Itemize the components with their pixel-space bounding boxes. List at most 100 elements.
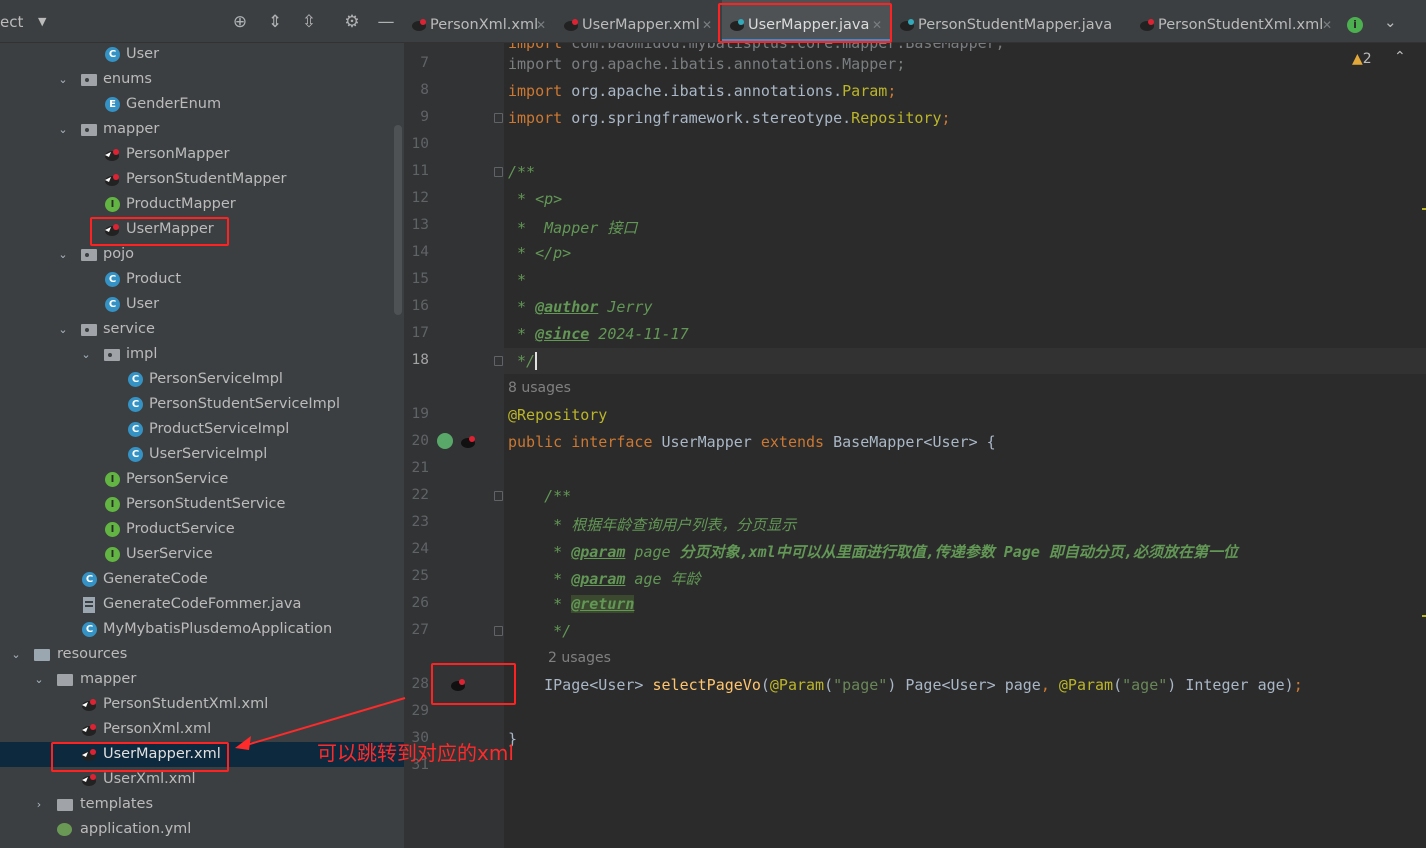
usages-hint[interactable]: 8 usages <box>508 380 571 396</box>
tree-item[interactable]: C UserServiceImpl <box>0 442 404 467</box>
line-number: 18 <box>411 352 429 368</box>
expand-all-icon[interactable]: ⇕ <box>265 12 285 32</box>
package-icon <box>81 124 97 136</box>
tree-item[interactable]: C ProductServiceImpl <box>0 417 404 442</box>
fold-icon[interactable] <box>494 113 503 123</box>
class-icon: C <box>105 272 120 287</box>
code-line: * @param age 年龄 <box>508 570 701 588</box>
line-number: 13 <box>411 217 429 233</box>
code-line: * Mapper 接口 <box>508 219 638 237</box>
hide-panel-icon[interactable]: — <box>376 12 396 32</box>
chevron-down-icon[interactable]: ⌄ <box>1384 13 1397 31</box>
spring-class-icon: C <box>82 622 97 637</box>
tree-item[interactable]: I PersonService <box>0 467 404 492</box>
class-icon: C <box>82 572 97 587</box>
line-number: 25 <box>411 568 429 584</box>
tree-item[interactable]: ⌄ mapper <box>0 117 404 142</box>
project-scrollbar[interactable] <box>394 125 402 315</box>
locate-icon[interactable]: ⊕ <box>230 12 250 32</box>
tree-item[interactable]: application.yml <box>0 817 404 842</box>
chevron-up-icon[interactable]: ⌃ <box>1394 49 1406 65</box>
resources-folder-icon <box>34 649 50 661</box>
tree-item[interactable]: I PersonStudentService <box>0 492 404 517</box>
fold-icon[interactable] <box>494 491 503 501</box>
line-number: 22 <box>411 487 429 503</box>
tree-item[interactable]: PersonMapper <box>0 142 404 167</box>
tab-personxml[interactable]: PersonXml.xml ✕ <box>404 0 554 42</box>
chevron-right-icon[interactable]: › <box>32 792 46 817</box>
tree-item-label: mapper <box>103 121 160 137</box>
mybatis-icon <box>105 149 119 161</box>
chevron-down-icon[interactable]: ⌄ <box>56 67 70 92</box>
line-number: 12 <box>411 190 429 206</box>
tree-item[interactable]: C Product <box>0 267 404 292</box>
tab-usermapper-xml[interactable]: UserMapper.xml ✕ <box>556 0 718 42</box>
package-icon <box>81 249 97 261</box>
project-panel-title[interactable]: ect <box>0 13 23 31</box>
code-line: * @author Jerry <box>508 298 653 316</box>
tree-item[interactable]: › templates <box>0 792 404 817</box>
interface-icon: I <box>105 497 120 512</box>
interface-icon: I <box>105 197 120 212</box>
chevron-down-icon[interactable]: ▼ <box>38 15 46 28</box>
fold-icon[interactable] <box>494 167 503 177</box>
code-editor[interactable]: 7 8 9 10 11 12 13 14 15 16 17 18 19 20 2… <box>404 43 1426 848</box>
tree-item[interactable]: ⌄ resources <box>0 642 404 667</box>
marker-stripe[interactable] <box>1422 208 1426 210</box>
code-line: import org.apache.ibatis.annotations.Map… <box>508 55 906 73</box>
tree-item[interactable]: C User <box>0 292 404 317</box>
fold-icon[interactable] <box>494 626 503 636</box>
tree-item[interactable]: C PersonStudentServiceImpl <box>0 392 404 417</box>
tree-item[interactable]: PersonStudentMapper <box>0 167 404 192</box>
tree-item[interactable]: C PersonServiceImpl <box>0 367 404 392</box>
tree-item-label: PersonServiceImpl <box>149 371 283 387</box>
tree-item[interactable]: ⌄ service <box>0 317 404 342</box>
code-line: * <box>508 271 527 289</box>
chevron-down-icon[interactable]: ⌄ <box>56 242 70 267</box>
tree-item[interactable]: ⌄ enums <box>0 67 404 92</box>
chevron-down-icon[interactable]: ⌄ <box>9 642 23 667</box>
code-line: IPage<User> selectPageVo(@Param("page") … <box>508 676 1303 694</box>
tree-item-label: templates <box>80 796 154 812</box>
highlight-box <box>51 742 229 772</box>
tree-item[interactable]: ⌄ impl <box>0 342 404 367</box>
tree-item[interactable]: I ProductMapper <box>0 192 404 217</box>
gear-icon[interactable]: ⚙ <box>342 12 362 32</box>
implemented-icon[interactable] <box>437 433 453 449</box>
code-line: import org.apache.ibatis.annotations.Par… <box>508 82 897 100</box>
tree-item-label: Product <box>126 271 182 287</box>
tab-personstudentmapper-java[interactable]: PersonStudentMapper.java <box>892 0 1112 42</box>
mybatis-icon <box>82 724 96 736</box>
mybatis-icon[interactable] <box>458 433 478 450</box>
usages-hint[interactable]: 2 usages <box>548 650 611 666</box>
tree-item[interactable]: C User <box>0 42 404 67</box>
chevron-down-icon[interactable]: ⌄ <box>56 117 70 142</box>
tree-item-label: ProductServiceImpl <box>149 421 290 437</box>
tree-item[interactable]: C GenerateCode <box>0 567 404 592</box>
marker-stripe[interactable] <box>1422 615 1426 617</box>
mybatis-icon <box>82 699 96 711</box>
tree-item-label: ProductService <box>126 521 235 537</box>
tree-item[interactable]: ⌄ mapper <box>0 667 404 692</box>
tree-item[interactable]: E GenderEnum <box>0 92 404 117</box>
tree-item[interactable]: GenerateCodeFommer.java <box>0 592 404 617</box>
tree-item-label: UserServiceImpl <box>149 446 268 462</box>
tab-personstudentxml[interactable]: PersonStudentXml.xml ✕ <box>1132 0 1332 42</box>
tree-item[interactable]: I ProductService <box>0 517 404 542</box>
fold-icon[interactable] <box>494 356 503 366</box>
tree-item-label: UserService <box>126 546 213 562</box>
chevron-down-icon[interactable]: ⌄ <box>56 317 70 342</box>
chevron-down-icon[interactable]: ⌄ <box>79 342 93 367</box>
line-number: 21 <box>411 460 429 476</box>
tree-item[interactable]: C MyMybatisPlusdemoApplication <box>0 617 404 642</box>
highlight-box <box>718 3 892 43</box>
collapse-all-icon[interactable]: ⇳ <box>299 12 319 32</box>
tree-item-label: application.yml <box>80 821 192 837</box>
tree-item[interactable]: I UserService <box>0 542 404 567</box>
tree-item-label: MyMybatisPlusdemoApplication <box>103 621 333 637</box>
code-line: * 根据年龄查询用户列表，分页显示 <box>508 516 797 534</box>
chevron-down-icon[interactable]: ⌄ <box>32 667 46 692</box>
intellij-badge-icon[interactable]: i <box>1347 17 1363 33</box>
interface-icon: I <box>105 547 120 562</box>
warning-icon[interactable]: ▲2 <box>1352 51 1372 67</box>
